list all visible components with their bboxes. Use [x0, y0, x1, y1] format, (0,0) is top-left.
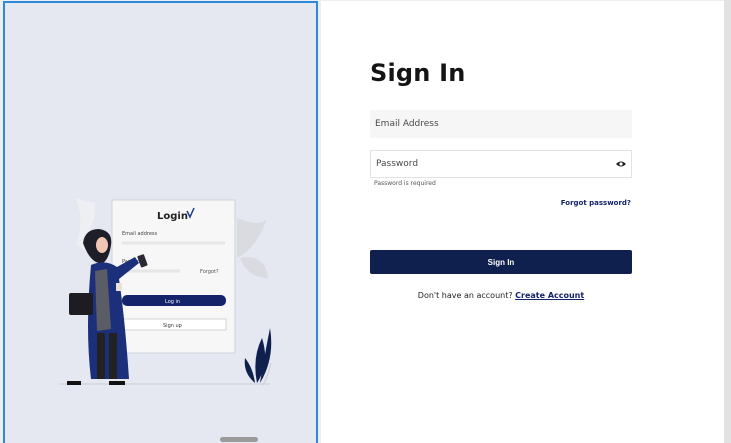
no-account-text: Don't have an account? [417, 291, 513, 300]
woman-leg-left [97, 333, 105, 379]
page-title: Sign In [370, 59, 466, 87]
scroll-handle[interactable] [220, 437, 258, 442]
woman-face [96, 237, 108, 253]
card-title: Login [157, 211, 188, 222]
signin-button[interactable]: Sign In [370, 250, 632, 274]
illustration-panel: Login Email address Password Forgot? Log… [3, 1, 318, 443]
forgot-password-link[interactable]: Forgot password? [561, 199, 631, 207]
card-forgot-label: Forgot? [200, 269, 219, 275]
eye-icon[interactable] [616, 160, 626, 168]
password-error: Password is required [374, 180, 436, 187]
woman-leg-right [109, 333, 117, 379]
signin-panel: Sign In Email Address Password Password … [321, 1, 724, 443]
signup-prompt: Don't have an account? Create Account [370, 291, 632, 300]
create-account-link[interactable]: Create Account [515, 291, 584, 300]
password-field[interactable]: Password [370, 150, 632, 178]
password-placeholder: Password [376, 159, 419, 169]
email-placeholder: Email Address [375, 119, 439, 129]
briefcase-icon [69, 293, 93, 315]
login-illustration: Login Email address Password Forgot? Log… [60, 198, 272, 386]
plant-right-icon [237, 218, 267, 258]
page-scrollbar[interactable] [724, 0, 731, 443]
card-email-label: Email address [122, 231, 158, 237]
email-field[interactable]: Email Address [370, 110, 632, 138]
coffee-cup-icon [116, 283, 122, 291]
svg-text:Sign up: Sign up [163, 323, 182, 329]
svg-text:Log in: Log in [165, 299, 180, 305]
